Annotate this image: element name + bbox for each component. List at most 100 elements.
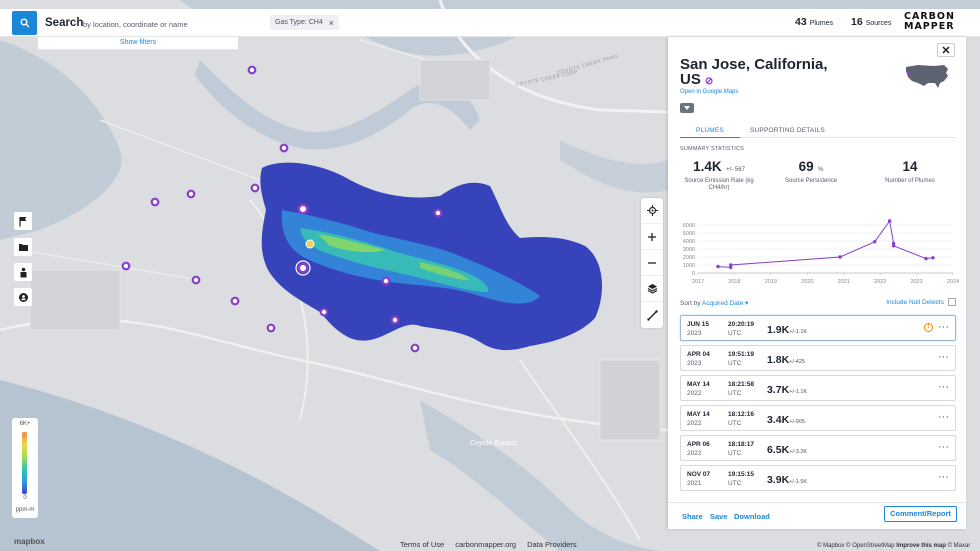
logo-line-2: MAPPER (904, 20, 955, 32)
more-options-icon[interactable]: ··· (938, 351, 949, 363)
attribution-text[interactable]: © Mapbox © OpenStreetMap (817, 543, 895, 549)
person-tool-button[interactable] (14, 263, 32, 281)
locate-button[interactable] (641, 198, 663, 224)
gas-type-filter-chip[interactable]: Gas Type: CH4 × (270, 15, 339, 30)
plume-date: APR 04 (687, 351, 710, 358)
y-tick-label: 2000 (683, 255, 695, 261)
more-options-icon[interactable]: ··· (938, 321, 949, 333)
data-providers-link[interactable]: Data Providers (527, 540, 577, 549)
badge-icon (18, 292, 28, 302)
include-null-checkbox[interactable] (948, 298, 956, 306)
maxar-attribution[interactable]: © Maxar (948, 543, 971, 549)
plume-timezone: UTC (728, 450, 742, 457)
number-of-plumes-stat: 14 Number of Plumes (865, 158, 955, 185)
sort-dropdown[interactable]: Acquired Date ▾ (702, 300, 748, 307)
layers-button[interactable] (641, 276, 663, 302)
plume-year: 2022 (687, 420, 702, 427)
plume-time: 19:15:15 (728, 471, 755, 478)
plume-row[interactable]: MAY 14 2022 18:21:58 UTC 3.7K+/-1.1K ··· (680, 375, 956, 401)
persistence-value: 69 (798, 159, 814, 174)
flag-tool-button[interactable] (14, 212, 32, 230)
more-options-icon[interactable]: ··· (938, 411, 949, 423)
emission-timeseries-chart[interactable]: 0 1000 2000 3000 4000 5000 6000 2017 2018 2019 202… (668, 211, 966, 291)
carbon-mapper-logo[interactable]: CARBON MAPPER (904, 12, 964, 31)
plume-time: 18:18:17 (728, 441, 755, 448)
search-button[interactable] (12, 11, 37, 35)
zoom-out-button[interactable] (641, 250, 663, 276)
plume-emission-uncertainty: +/-425 (789, 359, 805, 365)
flag-icon (19, 216, 27, 226)
tab-supporting-details[interactable]: SUPPORTING DETAILS (750, 127, 825, 134)
y-tick-label: 0 (692, 271, 695, 277)
top-bar: Search by location, coordinate or name G… (0, 9, 980, 37)
search-input[interactable]: by location, coordinate or name (83, 20, 188, 29)
series-line (717, 219, 934, 268)
improve-map-link[interactable]: Improve this map (896, 543, 946, 549)
plume-emission: 1.8K+/-425 (767, 354, 805, 366)
y-tick-label: 1000 (683, 263, 695, 269)
plume-date: NOV 07 (687, 471, 711, 478)
plume-row[interactable]: MAY 14 2022 18:12:16 UTC 3.4K+/-905 ··· (680, 405, 956, 431)
tab-plumes[interactable]: PLUMES (680, 127, 740, 138)
plume-timezone: UTC (728, 390, 742, 397)
show-filters-link[interactable]: Show filters (38, 37, 238, 50)
plume-emission-uncertainty: +/-1.1K (789, 329, 808, 335)
plume-year: 2021 (687, 480, 702, 487)
plume-emission-value: 1.8K (767, 354, 790, 366)
plume-row[interactable]: APR 04 2023 19:51:19 UTC 1.8K+/-425 ··· (680, 345, 956, 371)
data-point (924, 256, 928, 261)
more-options-icon[interactable]: ··· (938, 381, 949, 393)
include-null-detects-toggle[interactable]: Include Null Detects (886, 298, 956, 306)
more-options-icon[interactable]: ··· (938, 441, 949, 453)
plume-emission-uncertainty: +/-905 (789, 419, 805, 425)
zoom-in-button[interactable] (641, 224, 663, 250)
plume-time: 18:21:58 (728, 381, 755, 388)
person-icon (20, 267, 26, 277)
share-link[interactable]: Share (682, 512, 703, 521)
plume-emission-uncertainty: +/-1.1K (789, 389, 808, 395)
more-options-icon[interactable]: ··· (938, 471, 949, 483)
plume-emission-value: 1.9K (767, 324, 790, 336)
plume-emission-value: 3.9K (767, 474, 790, 486)
comment-report-button[interactable]: Comment/Report (884, 506, 957, 522)
persistence-stat: 69 % Source Persistence (766, 158, 856, 185)
plume-emission-value: 6.5K (767, 444, 790, 456)
link-icon[interactable]: ⊘ (705, 76, 713, 87)
x-tick-label: 2024 (947, 279, 959, 285)
sort-bar: Sort by Acquired Date ▾ Include Null Det… (680, 298, 956, 307)
folder-tool-button[interactable] (14, 238, 32, 256)
site-link[interactable]: carbonmapper.org (455, 540, 516, 549)
plume-emission: 1.9K+/-1.1K (767, 324, 807, 336)
measure-button[interactable] (641, 302, 663, 328)
sources-count-label: Sources (865, 20, 892, 27)
plume-row[interactable]: APR 06 2022 18:18:17 UTC 6.5K+/-3.2K ··· (680, 435, 956, 461)
google-maps-link[interactable]: Open in Google Maps (680, 89, 738, 95)
terms-link[interactable]: Terms of Use (400, 540, 444, 549)
plume-date: APR 06 (687, 441, 710, 448)
plume-row[interactable]: JUN 15 2023 20:20:19 UTC 1.9K+/-1.1K! ··· (680, 315, 956, 341)
panel-footer: Share Save Download Comment/Report (668, 502, 966, 529)
plumes-count-label: Plumes (809, 20, 834, 27)
close-panel-button[interactable]: ✕ (937, 43, 955, 57)
plumes-count: 43 Plumes (795, 16, 833, 28)
plume-timezone: UTC (728, 420, 742, 427)
crosshair-icon (646, 205, 658, 216)
search-label[interactable]: Search (45, 17, 83, 29)
warning-icon[interactable]: ! (924, 323, 933, 332)
legend-min: 0 (23, 495, 27, 501)
data-point (716, 264, 720, 269)
download-link[interactable]: Download (734, 512, 770, 521)
legend-unit: ppm-m (15, 507, 35, 513)
plume-emission-uncertainty: +/-1.5K (789, 479, 808, 485)
mapbox-logo[interactable]: mapbox (14, 537, 45, 546)
save-link[interactable]: Save (710, 512, 728, 521)
chip-close-icon[interactable]: × (329, 18, 334, 28)
footer-links: Terms of Use carbonmapper.org Data Provi… (400, 540, 577, 549)
plume-timezone: UTC (728, 480, 742, 487)
plume-row[interactable]: NOV 07 2021 19:15:15 UTC 3.9K+/-1.5K ··· (680, 465, 956, 491)
y-tick-label: 3000 (683, 247, 695, 253)
expand-details-button[interactable] (680, 103, 694, 113)
x-tick-label: 2020 (801, 279, 813, 285)
sort-prefix: Sort by (680, 300, 701, 307)
badge-tool-button[interactable] (14, 288, 32, 306)
